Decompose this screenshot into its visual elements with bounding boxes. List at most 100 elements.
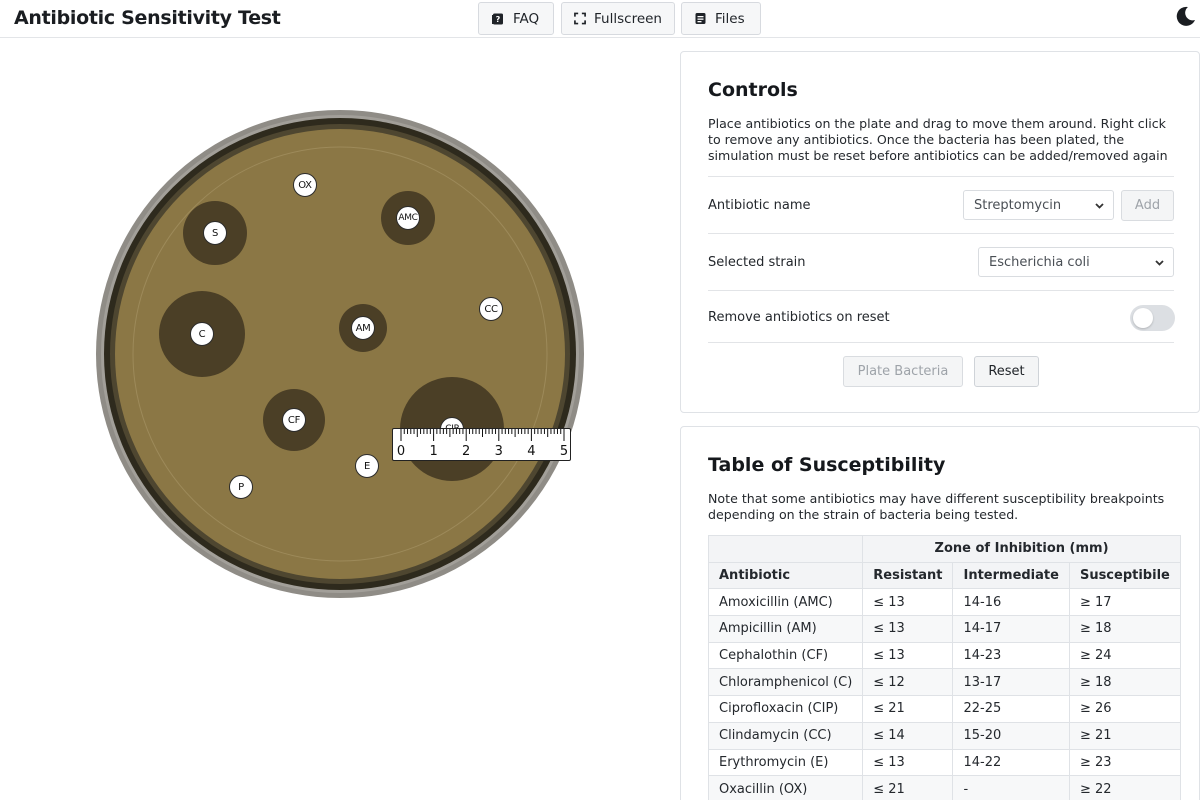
table-cell: Chloramphenicol (C) xyxy=(707,668,864,697)
strain-select[interactable]: Escherichia coli xyxy=(978,247,1174,277)
table-cell: - xyxy=(952,775,1070,800)
table-cell: 14-17 xyxy=(952,615,1070,643)
chevron-down-icon xyxy=(1095,203,1104,209)
table-cell: 14-16 xyxy=(952,588,1070,617)
column-header: Resistant xyxy=(862,561,954,590)
table-row: Clindamycin (CC) ≤ 14 15-20 ≥ 21 xyxy=(707,721,1181,750)
column-header: Intermediate xyxy=(952,561,1070,590)
table-cell: 15-20 xyxy=(952,721,1070,750)
table-cell: ≥ 23 xyxy=(1068,748,1181,777)
divider xyxy=(708,176,1174,177)
files-button[interactable]: Files xyxy=(681,2,761,35)
table-cell: ≥ 18 xyxy=(1068,668,1181,697)
petri-plate[interactable]: OX AMC S CC C AM CF CIP E P xyxy=(95,109,585,599)
antibiotic-select[interactable]: Streptomycin xyxy=(963,190,1114,220)
ruler-number: 4 xyxy=(527,444,535,459)
table-cell: 13-17 xyxy=(952,668,1070,697)
app-header: Antibiotic Sensitivity Test ? FAQ Fullsc… xyxy=(0,0,1200,38)
table-cell: ≥ 24 xyxy=(1068,641,1181,670)
strain-select-value: Escherichia coli xyxy=(989,254,1090,270)
table-row: Chloramphenicol (C) ≤ 12 13-17 ≥ 18 xyxy=(707,668,1181,697)
disk-c[interactable]: C xyxy=(190,322,214,346)
table-note: Note that some antibiotics may have diff… xyxy=(708,491,1165,522)
table-cell: Cephalothin (CF) xyxy=(707,641,864,670)
chevron-down-icon xyxy=(1155,260,1164,266)
disk-p[interactable]: P xyxy=(229,475,253,499)
disk-s[interactable]: S xyxy=(203,221,227,245)
ruler-number: 1 xyxy=(429,444,437,459)
divider xyxy=(708,290,1174,291)
files-icon xyxy=(695,13,706,24)
table-cell: ≥ 21 xyxy=(1068,721,1181,750)
susceptibility-panel: Table of Susceptibility Note that some a… xyxy=(680,426,1200,800)
plate-bacteria-button[interactable]: Plate Bacteria xyxy=(843,356,963,387)
reset-button[interactable]: Reset xyxy=(974,356,1039,387)
disk-ox[interactable]: OX xyxy=(293,173,317,197)
table-cell: Ciprofloxacin (CIP) xyxy=(707,695,864,723)
ruler[interactable]: 0 1 2 3 4 5 xyxy=(392,428,571,461)
faq-button[interactable]: ? FAQ xyxy=(478,2,554,35)
table-row: Oxacillin (OX) ≤ 21- ≥ 22 xyxy=(707,775,1181,800)
table-cell: ≥ 17 xyxy=(1068,588,1181,617)
table-cell: ≤ 13 xyxy=(862,615,954,643)
ruler-number: 5 xyxy=(560,444,568,459)
plate-graphic xyxy=(96,110,584,598)
table-cell: ≤ 12 xyxy=(862,668,954,697)
table-row: Amoxicillin (AMC) ≤ 13 14-16 ≥ 17 xyxy=(707,588,1181,617)
table-cell: ≤ 13 xyxy=(862,748,954,777)
add-button[interactable]: Add xyxy=(1121,190,1174,221)
table-cell: ≤ 13 xyxy=(862,641,954,670)
table-cell: ≤ 14 xyxy=(862,721,954,750)
app-title: Antibiotic Sensitivity Test xyxy=(14,7,281,29)
antibiotic-name-label: Antibiotic name xyxy=(708,198,811,213)
antibiotic-select-value: Streptomycin xyxy=(974,197,1062,213)
controls-title: Controls xyxy=(708,79,798,101)
table-cell: Amoxicillin (AMC) xyxy=(707,588,864,617)
ruler-number: 3 xyxy=(495,444,503,459)
table-cell: ≤ 13 xyxy=(862,588,954,617)
table-cell: Ampicillin (AM) xyxy=(707,615,864,643)
dark-mode-icon[interactable] xyxy=(1175,5,1197,27)
remove-antibiotics-toggle[interactable] xyxy=(1130,305,1175,331)
disk-am[interactable]: AM xyxy=(351,316,375,340)
table-cell: Erythromycin (E) xyxy=(707,748,864,777)
disk-amc[interactable]: AMC xyxy=(396,206,420,230)
divider xyxy=(708,233,1174,234)
table-row: Cephalothin (CF) ≤ 13 14-23 ≥ 24 xyxy=(707,641,1181,670)
table-corner xyxy=(707,535,864,563)
remove-antibiotics-label: Remove antibiotics on reset xyxy=(708,310,890,325)
svg-text:?: ? xyxy=(496,15,501,24)
ruler-number: 0 xyxy=(397,444,405,459)
disk-cf[interactable]: CF xyxy=(282,408,306,432)
table-cell: 14-22 xyxy=(952,748,1070,777)
table-cell: ≥ 26 xyxy=(1068,695,1181,723)
table-cell: 22-25 xyxy=(952,695,1070,723)
fullscreen-button[interactable]: Fullscreen xyxy=(561,2,675,35)
disk-e[interactable]: E xyxy=(355,454,379,478)
ruler-scale: 0 1 2 3 4 5 xyxy=(397,429,568,459)
ruler-number: 2 xyxy=(462,444,470,459)
table-cell: ≤ 21 xyxy=(862,775,954,800)
toggle-knob xyxy=(1133,308,1153,328)
files-label: Files xyxy=(715,10,745,27)
column-header: Susceptibile xyxy=(1068,561,1181,590)
table-title: Table of Susceptibility xyxy=(708,454,946,476)
table-cell: ≥ 18 xyxy=(1068,615,1181,643)
controls-description: Place antibiotics on the plate and drag … xyxy=(708,116,1168,163)
table-row: Erythromycin (E) ≤ 13 14-22 ≥ 23 xyxy=(707,748,1181,777)
zone-header: Zone of Inhibition (mm) xyxy=(862,535,1181,563)
disk-cc[interactable]: CC xyxy=(479,297,503,321)
selected-strain-label: Selected strain xyxy=(708,255,806,270)
faq-icon: ? xyxy=(492,13,503,24)
table-row: Ciprofloxacin (CIP) ≤ 21 22-25 ≥ 26 xyxy=(707,695,1181,723)
table-body: Amoxicillin (AMC) ≤ 13 14-16 ≥ 17 Ampicillin… xyxy=(707,588,1181,800)
susceptibility-table: Zone of Inhibition (mm) Antibiotic Resis… xyxy=(707,535,1181,800)
table-row: Ampicillin (AM) ≤ 13 14-17 ≥ 18 xyxy=(707,615,1181,643)
divider xyxy=(708,342,1174,343)
faq-label: FAQ xyxy=(513,10,540,27)
fullscreen-icon xyxy=(574,12,586,25)
table-cell: Clindamycin (CC) xyxy=(707,721,864,750)
fullscreen-label: Fullscreen xyxy=(594,10,662,27)
column-header: Antibiotic xyxy=(707,561,864,590)
table-cell: ≤ 21 xyxy=(862,695,954,723)
